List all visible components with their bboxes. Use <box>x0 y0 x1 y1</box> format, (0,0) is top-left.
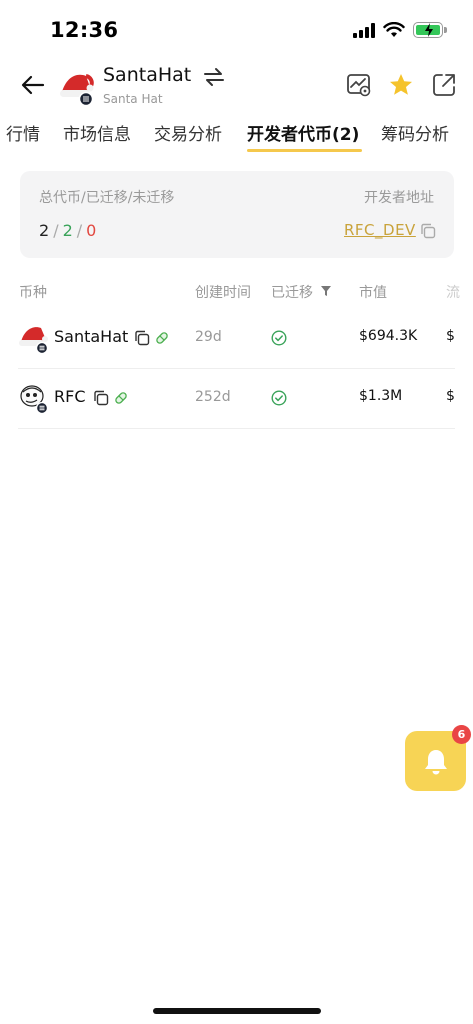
bell-icon <box>425 750 447 775</box>
summary-counts: 2/2/0 <box>39 221 96 240</box>
table-header: 币种 创建时间 已迁移 市值 流 <box>0 280 473 304</box>
wifi-icon <box>383 22 405 37</box>
summary-label: 总代币/已迁移/未迁移 <box>39 190 175 206</box>
pill-icon[interactable] <box>155 331 169 345</box>
coin-name: SantaHat <box>54 327 129 346</box>
check-circle-icon <box>271 390 287 406</box>
not-migrated-count: 0 <box>86 221 97 240</box>
count-separator: / <box>76 221 83 240</box>
battery-charging-icon <box>413 22 447 38</box>
pill-icon[interactable] <box>114 391 128 405</box>
developer-summary-card: 总代币/已迁移/未迁移 开发者地址 2/2/0 RFC_DEV <box>20 171 454 258</box>
copy-icon[interactable] <box>420 223 436 239</box>
col-coin: 币种 <box>19 285 47 301</box>
notification-badge: 6 <box>452 725 471 744</box>
migrated-count: 2 <box>62 221 73 240</box>
chart-watch-icon[interactable] <box>346 72 372 98</box>
table-row[interactable]: SantaHat 29d $694.3K $ <box>18 309 455 369</box>
dev-address-link[interactable]: RFC_DEV <box>344 221 416 239</box>
active-tab-indicator <box>247 149 362 152</box>
col-migrated[interactable]: 已迁移 <box>271 282 332 302</box>
market-cap: $1.3M <box>359 388 403 404</box>
share-icon[interactable] <box>431 72 457 98</box>
market-cap: $694.3K <box>359 328 418 344</box>
col-market-cap[interactable]: 市值 <box>359 282 387 302</box>
token-subtitle: Santa Hat <box>103 92 163 106</box>
tab-bar: 行情 市场信息 交易分析 开发者代币(2) 筹码分析 <box>0 118 473 154</box>
santahat-token-avatar <box>60 74 94 106</box>
liquidity-value: $ <box>446 388 455 404</box>
dev-address-label: 开发者地址 <box>364 190 434 206</box>
filter-icon[interactable] <box>321 286 332 296</box>
check-circle-icon <box>271 330 287 346</box>
back-arrow-icon[interactable] <box>18 70 48 100</box>
status-time: 12:36 <box>50 18 119 42</box>
rfc-token-avatar <box>20 385 49 414</box>
tab-market-info[interactable]: 市场信息 <box>63 120 131 145</box>
copy-icon[interactable] <box>93 390 109 406</box>
status-icons <box>353 22 447 38</box>
created-age: 29d <box>195 329 222 345</box>
created-age: 252d <box>195 389 231 405</box>
santahat-token-avatar <box>19 327 49 354</box>
tab-trade-analysis[interactable]: 交易分析 <box>154 120 222 145</box>
star-icon[interactable] <box>388 72 414 98</box>
copy-icon[interactable] <box>134 330 150 346</box>
token-header: SantaHat Santa Hat <box>0 62 473 110</box>
liquidity-value: $ <box>446 328 455 344</box>
tab-holder-analysis[interactable]: 筹码分析 <box>381 120 449 145</box>
coin-name: RFC <box>54 387 86 406</box>
signal-icon <box>353 22 375 38</box>
table-row[interactable]: RFC 252d $1.3M $ <box>18 369 455 429</box>
status-bar: 12:36 <box>0 0 473 60</box>
count-separator: / <box>53 221 59 240</box>
col-created[interactable]: 创建时间 <box>195 282 251 302</box>
col-liquidity[interactable]: 流 <box>446 282 460 302</box>
swap-icon[interactable] <box>203 67 225 87</box>
home-indicator <box>153 1008 321 1014</box>
tab-developer-tokens[interactable]: 开发者代币(2) <box>247 120 359 145</box>
token-name: SantaHat <box>103 64 192 86</box>
col-migrated-label: 已迁移 <box>271 285 313 301</box>
tab-market[interactable]: 行情 <box>6 120 40 145</box>
total-count: 2 <box>39 221 50 240</box>
